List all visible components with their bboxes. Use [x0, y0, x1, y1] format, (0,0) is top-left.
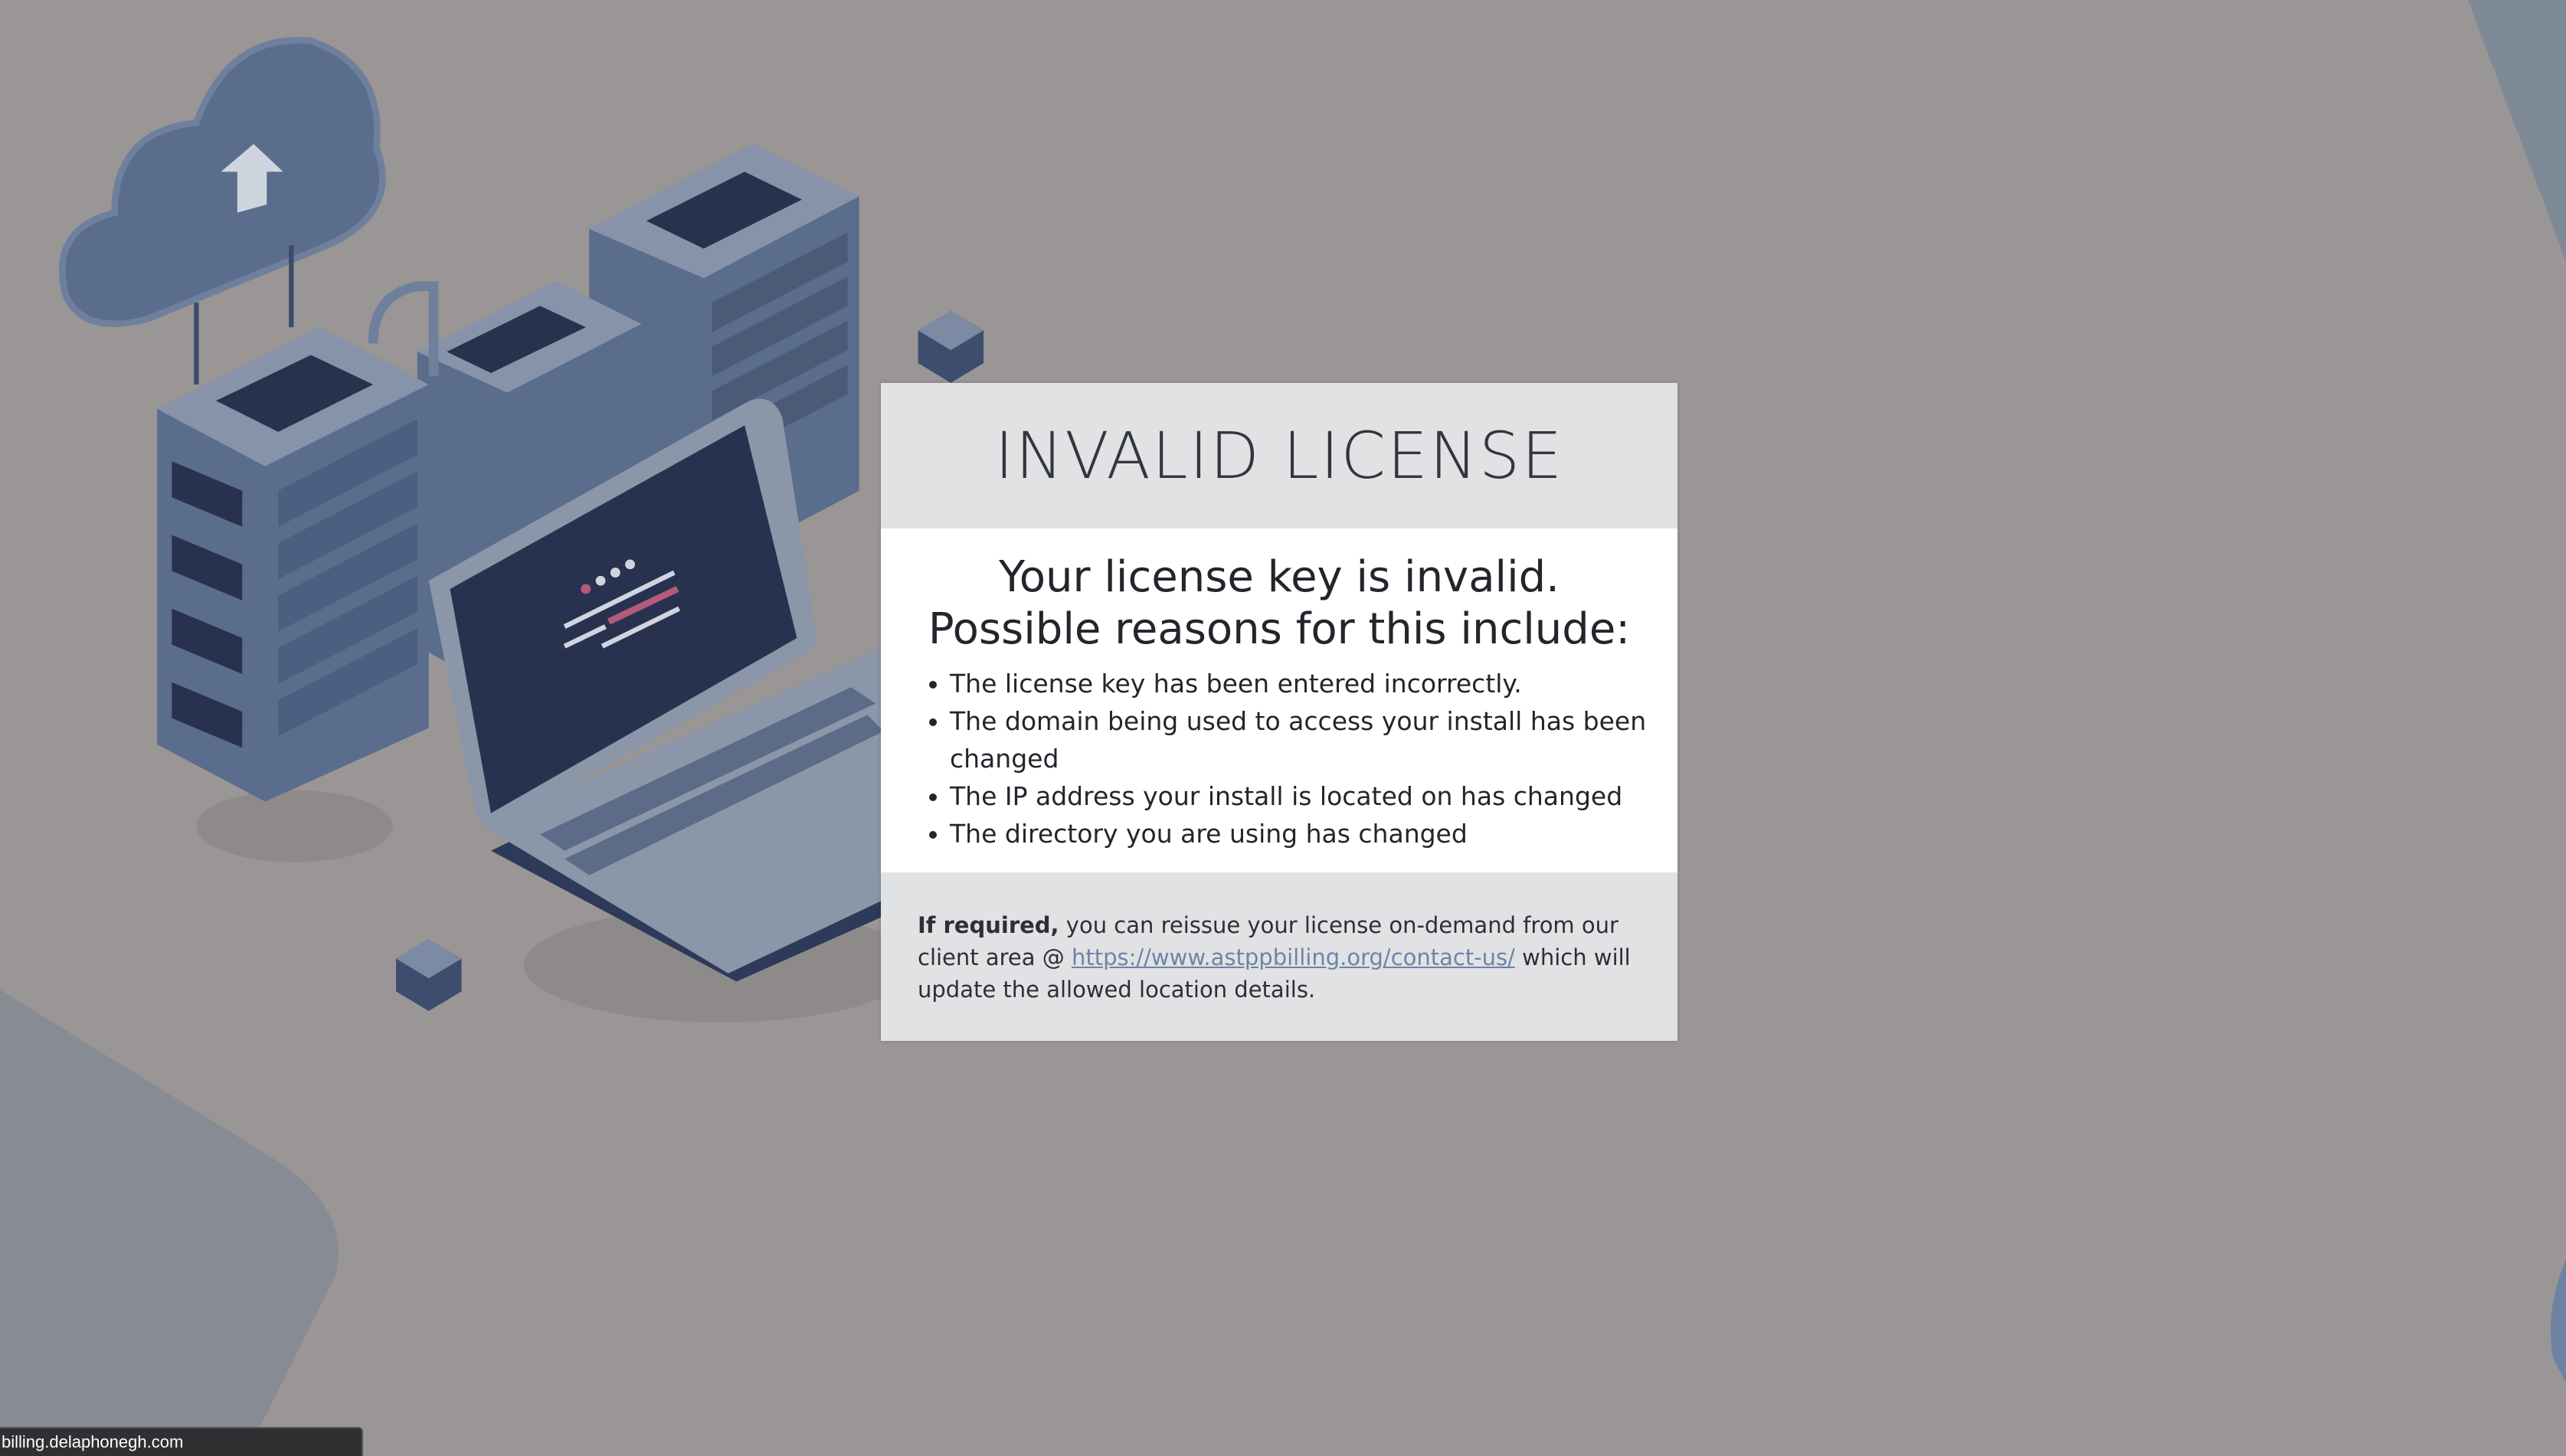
modal-subtitle: Your license key is invalid. Possible re…: [912, 551, 1647, 656]
list-item: The license key has been entered incorre…: [950, 665, 1647, 702]
modal-footer: If required, you can reissue your licens…: [881, 872, 1677, 1041]
cube-icon: [396, 939, 462, 1012]
modal-header: INVALID LICENSE: [881, 383, 1677, 528]
status-url: billing.delaphonegh.com: [2, 1432, 184, 1451]
list-item: The domain being used to access your ins…: [950, 702, 1647, 777]
browser-status-bar: billing.delaphonegh.com: [0, 1427, 363, 1456]
modal-title: INVALID LICENSE: [994, 418, 1564, 493]
subtitle-line-2: Possible reasons for this include:: [928, 604, 1631, 654]
invalid-license-modal: INVALID LICENSE Your license key is inva…: [881, 383, 1677, 1041]
server-rack-icon: [157, 327, 429, 802]
cloud-upload-icon: [59, 37, 386, 384]
list-item: The IP address your install is located o…: [950, 777, 1647, 815]
reasons-list: The license key has been entered incorre…: [912, 665, 1647, 852]
list-item: The directory you are using has changed: [950, 815, 1647, 852]
contact-us-link[interactable]: https://www.astppbilling.org/contact-us/: [1072, 944, 1515, 970]
modal-body: Your license key is invalid. Possible re…: [881, 528, 1677, 872]
corner-shape-bottom-right: [2550, 1259, 2566, 1382]
footer-bold-prefix: If required,: [918, 912, 1059, 938]
corner-shape-bottom-left: [0, 990, 339, 1456]
corner-shape-top-right: [2467, 0, 2566, 262]
cube-icon: [918, 310, 984, 383]
subtitle-line-1: Your license key is invalid.: [999, 552, 1560, 602]
